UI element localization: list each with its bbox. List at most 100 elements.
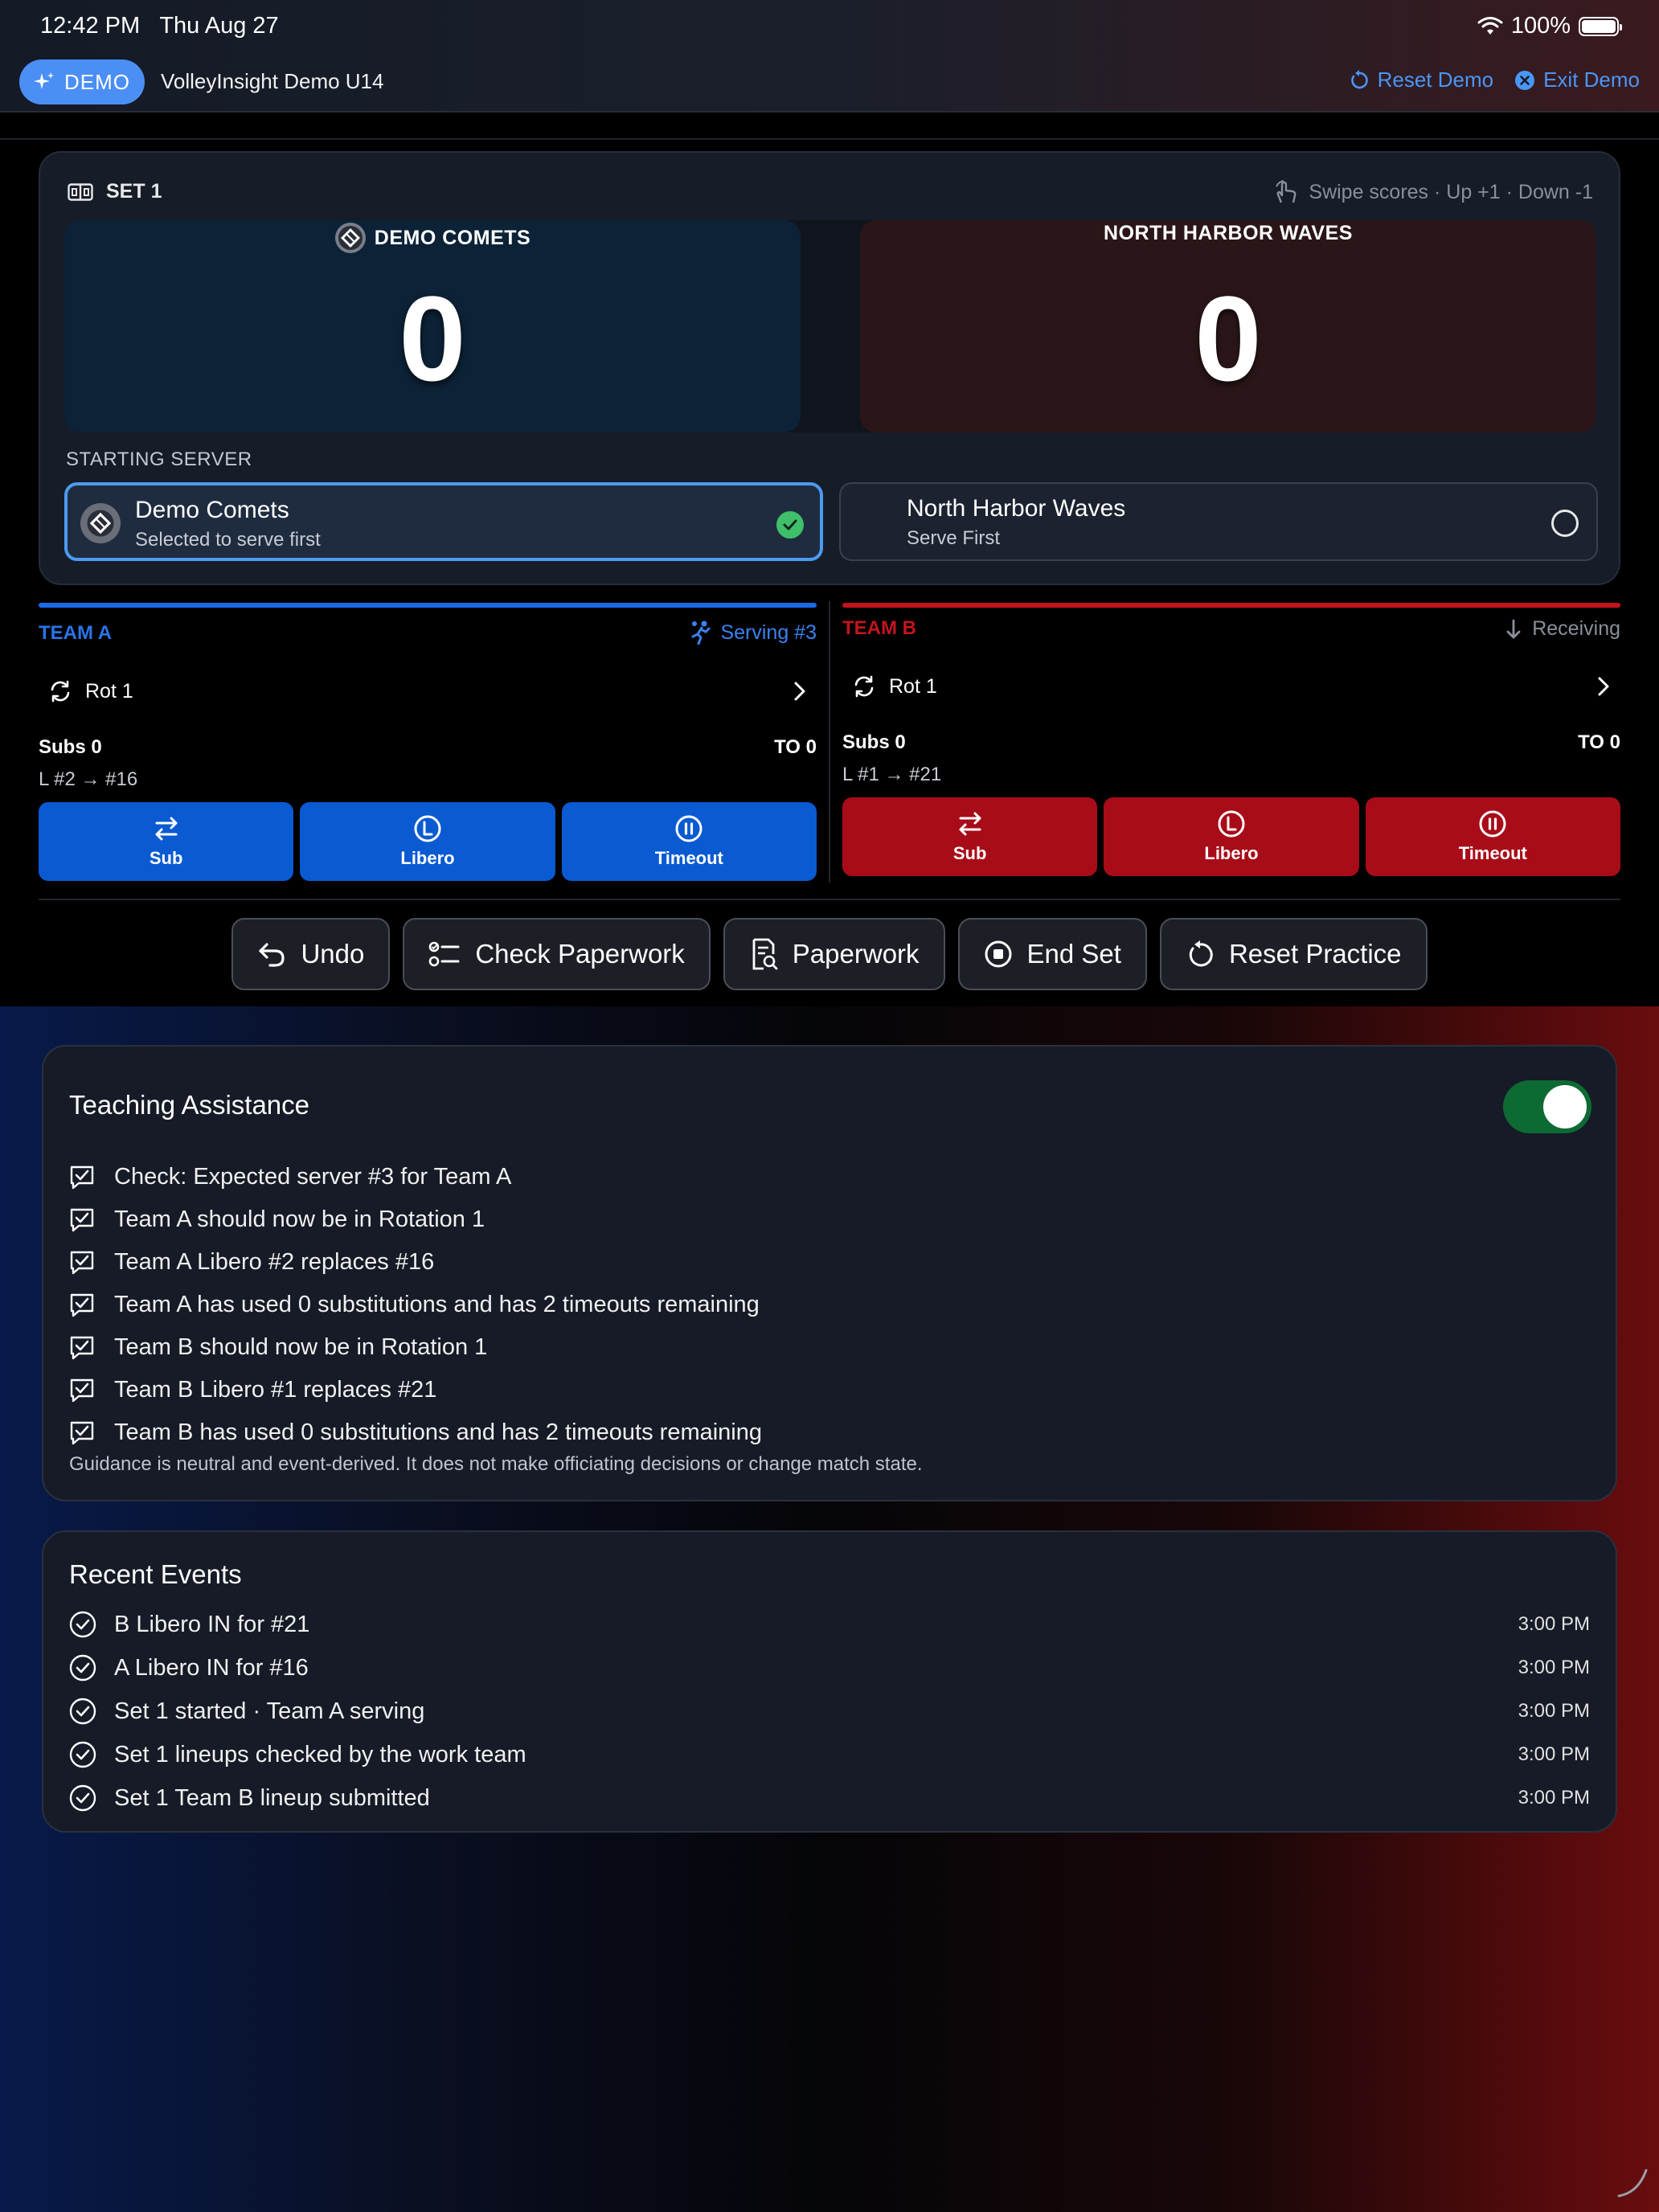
list-item: Set 1 lineups checked by the work team 3:… [69,1733,1590,1776]
checklist-icon [429,941,460,967]
list-item: Set 1 Team B lineup submitted 3:00 PM [69,1776,1590,1820]
list-item: Team B has used 0 substitutions and has … [69,1411,1590,1454]
arrow-down-icon [1506,619,1521,638]
swipe-hint: Swipe scores · Up +1 · Down -1 [1273,180,1593,204]
message-check-icon [70,1165,94,1189]
end-set-button[interactable]: End Set [957,918,1147,990]
serving-player-icon [691,621,711,645]
check-circle-icon [69,1611,96,1638]
undo-button[interactable]: Undo [231,918,391,990]
team-b-tag: TEAM B [842,617,916,639]
server-option-sub: Serve First [907,527,1001,549]
status-time: 12:42 PM Thu Aug 27 [40,13,279,39]
list-item: Team A Libero #2 replaces #16 [69,1241,1590,1284]
swap-arrows-icon [959,812,981,836]
server-option-sub: Selected to serve first [135,529,321,551]
list-item: Team A has used 0 substitutions and has … [69,1284,1590,1326]
team-b-actions: Sub Libero Timeout [842,797,1620,876]
match-toolbar: Undo Check Paperwork Paperwork End Set R… [0,918,1659,990]
chevron-right-icon [1598,677,1609,696]
message-check-icon [70,1208,94,1231]
demo-badge[interactable]: DEMO [19,59,145,104]
stop-circle-icon [985,940,1012,968]
rotate-icon [854,675,874,698]
paperwork-button[interactable]: Paperwork [723,918,945,990]
teaching-assistance-card: Teaching Assistance Check: Expected serv… [42,1045,1617,1501]
check-circle-icon [69,1741,96,1768]
list-item: A Libero IN for #16 3:00 PM [69,1646,1590,1690]
battery-icon [1579,16,1622,36]
teaching-toggle[interactable] [1503,1080,1591,1133]
team-a-name: DEMO COMETS [64,222,801,254]
reset-demo-button[interactable]: Reset Demo [1349,68,1493,92]
score-panels: DEMO COMETS 0 NORTH HARBOR WAVES 0 [64,220,1596,432]
reset-icon [1350,69,1368,88]
team-a-subs-row: Subs 0 TO 0 [39,736,817,759]
swap-arrows-icon [155,817,178,841]
team-a-score[interactable]: 0 [64,278,801,399]
teaching-list: Check: Expected server #3 for Team A Tea… [69,1156,1590,1454]
list-item: Team B should now be in Rotation 1 [69,1326,1590,1369]
court-icon [68,182,93,201]
list-item: Check: Expected server #3 for Team A [69,1156,1590,1198]
server-option-team-a[interactable]: Demo Comets Selected to serve first [64,482,823,561]
recent-events-list: B Libero IN for #21 3:00 PM A Libero IN f… [69,1603,1590,1820]
exit-demo-button[interactable]: Exit Demo [1514,68,1640,92]
message-check-icon [70,1378,94,1402]
team-b-color-bar [842,603,1620,608]
recent-events-title: Recent Events [69,1559,242,1589]
team-b-score-panel[interactable]: NORTH HARBOR WAVES 0 [860,220,1596,432]
undo-icon [259,943,285,967]
team-a-libero-map: L #2 → #16 [39,768,138,790]
teaching-title: Teaching Assistance [69,1090,310,1120]
status-indicators: 100% [1477,13,1622,39]
scoreboard-card: SET 1 Swipe scores · Up +1 · Down -1 DEM… [39,151,1620,585]
check-circle-icon [69,1784,96,1812]
team-a-timeouts: TO 0 [774,736,817,758]
checkmark-icon [776,511,804,539]
team-b-timeout-button[interactable]: Timeout [1365,797,1620,876]
pause-icon [675,815,703,842]
toggle-knob [1543,1085,1587,1129]
team-a-score-panel[interactable]: DEMO COMETS 0 [64,220,801,432]
team-b-rotation-row[interactable]: Rot 1 [852,669,1611,704]
team-a-tag: TEAM A [39,622,113,644]
team-b-libero-map: L #1 → #21 [842,764,942,785]
team-a-timeout-button[interactable]: Timeout [561,802,817,881]
team-b-score[interactable]: 0 [860,278,1596,399]
team-b-subs-row: Subs 0 TO 0 [842,731,1620,754]
team-a-serving-status: Serving #3 [690,621,817,645]
app-title: VolleyInsight Demo U14 [161,69,384,93]
team-b-name: NORTH HARBOR WAVES [1104,222,1353,244]
team-a-sub-button[interactable]: Sub [39,802,294,881]
team-logo-icon [334,223,366,253]
check-paperwork-button[interactable]: Check Paperwork [403,918,711,990]
libero-icon [1218,810,1245,838]
pause-icon [1479,810,1506,838]
team-b-subs: Subs 0 [842,731,906,753]
team-b-receiving-status: Receiving [1505,617,1620,641]
team-b-libero-button[interactable]: Libero [1104,797,1359,876]
header-actions: Reset Demo Exit Demo [1349,68,1640,92]
team-a-panel: TEAM A Serving #3 Rot 1 Subs 0 TO 0 L #2… [39,603,817,883]
message-check-icon [70,1293,94,1317]
server-option-name: North Harbor Waves [907,495,1126,522]
hand-swipe-icon [1276,180,1296,203]
list-item: Set 1 started · Team A serving 3:00 PM [69,1690,1590,1733]
list-item: Team B Libero #1 replaces #21 [69,1369,1590,1411]
rotate-icon [51,680,70,703]
header-divider [0,138,1659,140]
team-b-sub-button[interactable]: Sub [842,797,1098,876]
server-option-name: Demo Comets [135,497,289,523]
team-a-rotation-row[interactable]: Rot 1 [48,674,807,709]
wifi-icon [1477,16,1503,35]
reset-practice-button[interactable]: Reset Practice [1159,918,1428,990]
top-bar: 12:42 PM Thu Aug 27 100% DEMO VolleyInsi… [0,0,1659,113]
team-a-libero-button[interactable]: Libero [300,802,555,881]
message-check-icon [70,1336,94,1359]
check-circle-icon [69,1654,96,1682]
team-b-panel: TEAM B Receiving Rot 1 Subs 0 TO 0 L #1 … [842,603,1620,883]
server-option-team-b[interactable]: North Harbor Waves Serve First [839,482,1598,561]
set-label: SET 1 [68,180,162,203]
team-logo-icon [80,503,121,543]
